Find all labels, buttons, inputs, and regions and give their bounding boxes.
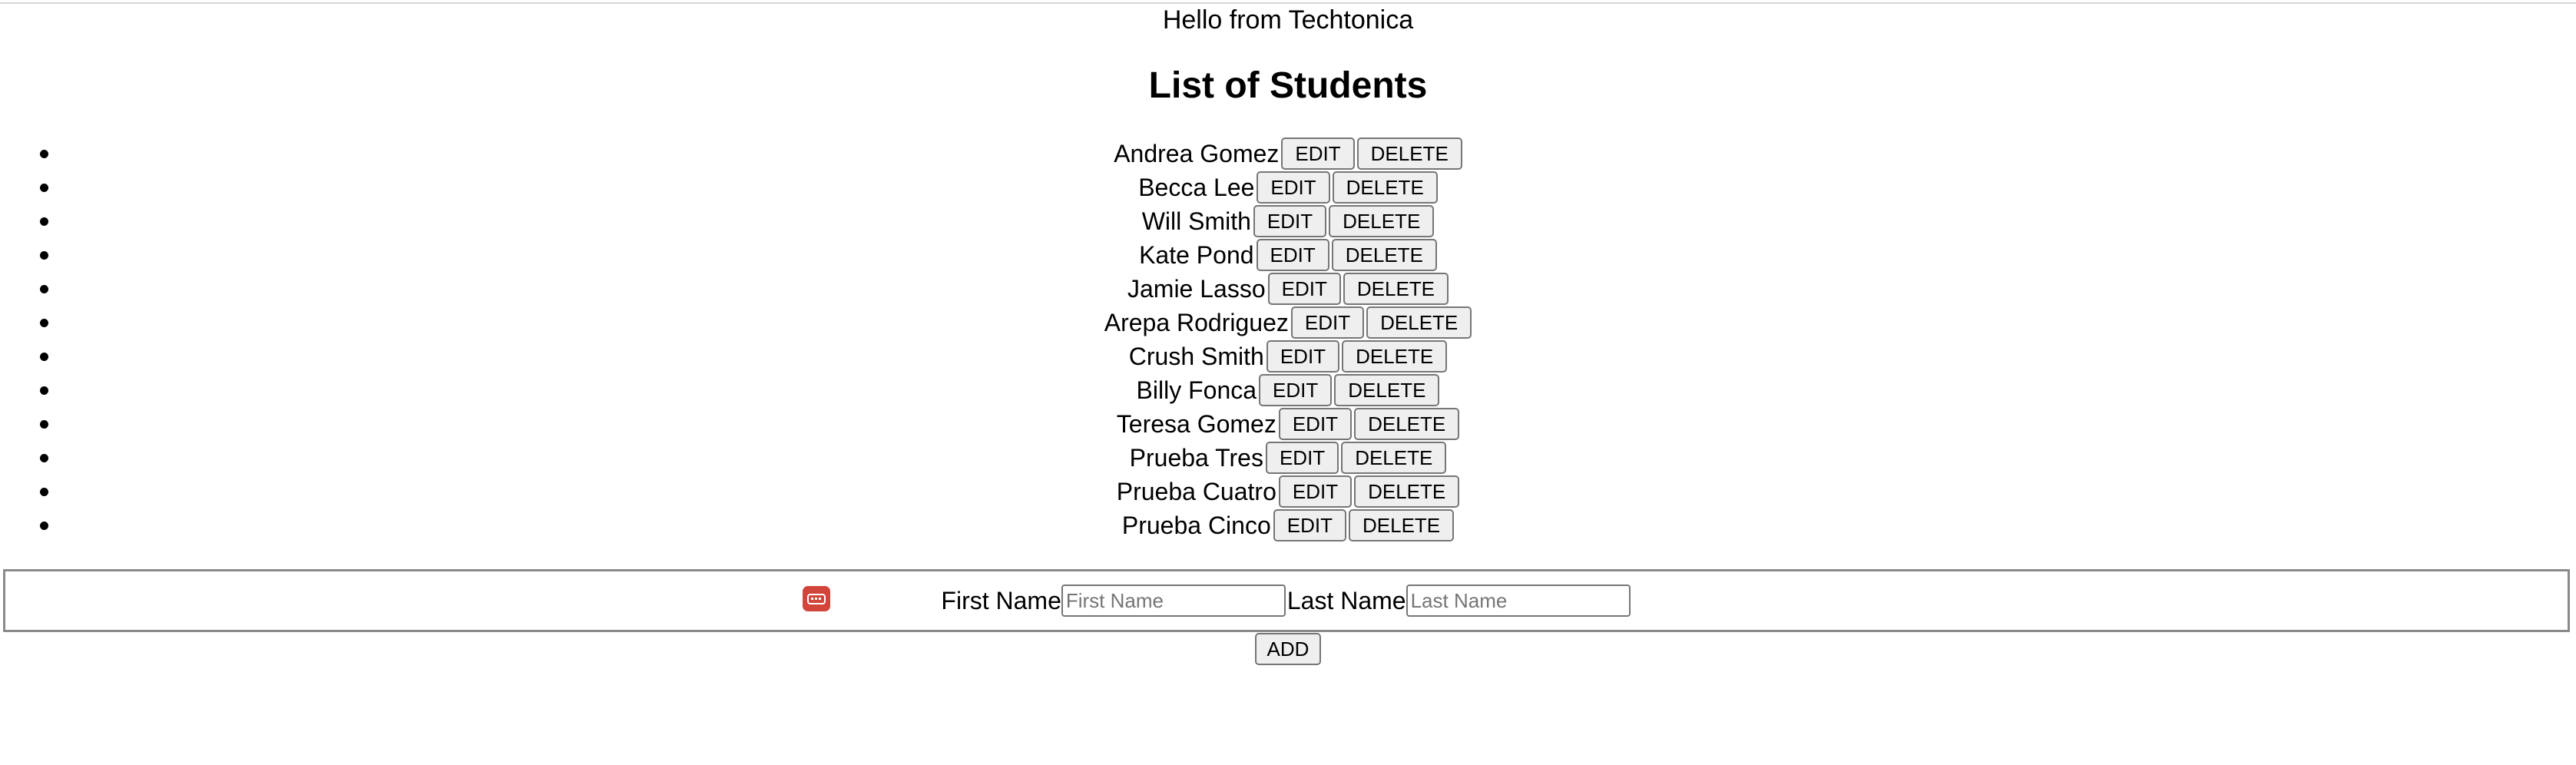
bullet-icon xyxy=(40,386,48,395)
list-item: Teresa Gomez EDIT DELETE xyxy=(0,407,2576,441)
delete-button[interactable]: DELETE xyxy=(1341,442,1447,474)
delete-button[interactable]: DELETE xyxy=(1343,273,1449,305)
delete-button[interactable]: DELETE xyxy=(1329,205,1435,237)
delete-button[interactable]: DELETE xyxy=(1342,340,1448,373)
bullet-icon xyxy=(40,488,48,496)
edit-button[interactable]: EDIT xyxy=(1281,137,1355,170)
bullet-icon xyxy=(40,217,48,226)
list-item: Jamie Lasso EDIT DELETE xyxy=(0,272,2576,306)
add-button-row: ADD xyxy=(0,633,2576,665)
bullet-icon xyxy=(40,285,48,293)
student-name: Prueba Tres xyxy=(1129,444,1263,472)
list-item: Andrea Gomez EDIT DELETE xyxy=(0,137,2576,171)
delete-button[interactable]: DELETE xyxy=(1348,509,1455,541)
student-name: Becca Lee xyxy=(1138,174,1255,201)
edit-button[interactable]: EDIT xyxy=(1259,374,1333,406)
list-item: Will Smith EDIT DELETE xyxy=(0,204,2576,238)
edit-button[interactable]: EDIT xyxy=(1265,442,1339,474)
student-name: Will Smith xyxy=(1141,207,1251,235)
bullet-icon xyxy=(40,184,48,192)
page-title: List of Students xyxy=(1148,65,1428,106)
student-name: Prueba Cuatro xyxy=(1116,478,1276,505)
edit-button[interactable]: EDIT xyxy=(1253,205,1327,237)
last-name-label: Last Name xyxy=(1286,587,1406,614)
edit-button[interactable]: EDIT xyxy=(1273,509,1346,541)
add-student-form: First Name Last Name xyxy=(3,569,2570,632)
delete-button[interactable]: DELETE xyxy=(1332,171,1438,204)
delete-button[interactable]: DELETE xyxy=(1356,137,1462,170)
bullet-icon xyxy=(40,251,48,260)
list-item: Prueba Cinco EDIT DELETE xyxy=(0,508,2576,542)
edit-button[interactable]: EDIT xyxy=(1290,306,1365,339)
edit-button[interactable]: EDIT xyxy=(1267,273,1341,305)
delete-button[interactable]: DELETE xyxy=(1366,306,1472,339)
student-name: Billy Fonca xyxy=(1136,376,1257,404)
bullet-icon xyxy=(40,454,48,462)
form-fields: First Name Last Name xyxy=(941,584,1631,618)
list-item: Prueba Cuatro EDIT DELETE xyxy=(0,475,2576,508)
add-button[interactable]: ADD xyxy=(1254,633,1322,665)
student-name: Teresa Gomez xyxy=(1116,410,1276,438)
edit-button[interactable]: EDIT xyxy=(1257,171,1330,204)
student-name: Jamie Lasso xyxy=(1127,275,1266,303)
edit-button[interactable]: EDIT xyxy=(1278,408,1353,440)
list-item: Kate Pond EDIT DELETE xyxy=(0,238,2576,272)
first-name-input[interactable] xyxy=(1061,585,1286,617)
list-item: Arepa Rodriguez EDIT DELETE xyxy=(0,306,2576,339)
last-name-input[interactable] xyxy=(1406,585,1631,617)
delete-button[interactable]: DELETE xyxy=(1354,408,1460,440)
bullet-icon xyxy=(40,420,48,429)
delete-button[interactable]: DELETE xyxy=(1354,475,1460,508)
bullet-icon xyxy=(40,319,48,327)
bullet-icon xyxy=(40,353,48,361)
delete-button[interactable]: DELETE xyxy=(1334,374,1440,406)
bullet-icon xyxy=(40,150,48,158)
edit-button[interactable]: EDIT xyxy=(1278,475,1353,508)
greeting-text: Hello from Techtonica xyxy=(1162,5,1414,35)
student-name: Kate Pond xyxy=(1139,241,1254,269)
delete-button[interactable]: DELETE xyxy=(1331,239,1437,271)
bullet-icon xyxy=(40,522,48,530)
list-item: Billy Fonca EDIT DELETE xyxy=(0,373,2576,407)
list-item: Becca Lee EDIT DELETE xyxy=(0,171,2576,204)
student-name: Arepa Rodriguez xyxy=(1104,309,1289,336)
list-item: Prueba Tres EDIT DELETE xyxy=(0,441,2576,475)
student-name: Andrea Gomez xyxy=(1114,140,1280,167)
student-list: Andrea Gomez EDIT DELETE Becca Lee EDIT DELET… xyxy=(0,137,2576,542)
list-item: Crush Smith EDIT DELETE xyxy=(0,339,2576,373)
edit-button[interactable]: EDIT xyxy=(1266,340,1340,373)
student-name: Prueba Cinco xyxy=(1121,512,1271,539)
edit-button[interactable]: EDIT xyxy=(1256,239,1329,271)
password-manager-icon[interactable] xyxy=(803,586,830,611)
browser-top-divider xyxy=(0,0,2576,4)
first-name-label: First Name xyxy=(941,587,1061,614)
student-name: Crush Smith xyxy=(1128,343,1264,370)
